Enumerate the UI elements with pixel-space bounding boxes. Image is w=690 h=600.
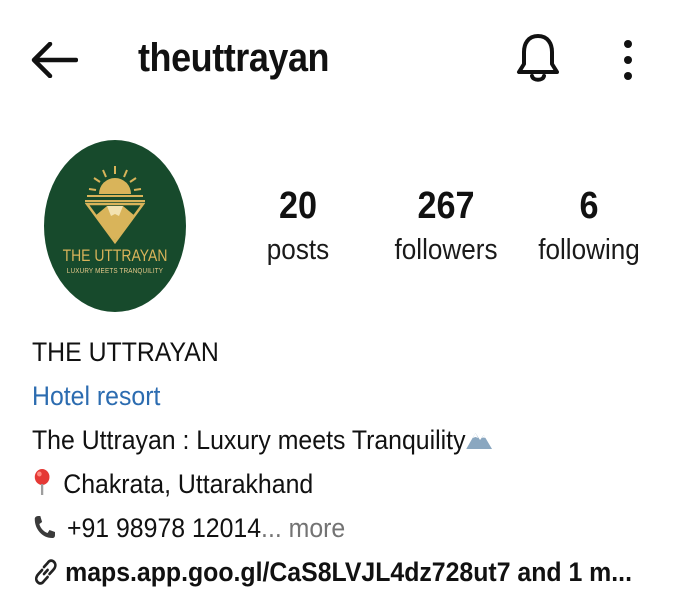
back-button[interactable] [28, 38, 80, 82]
posts-count: 20 [278, 185, 318, 227]
bell-icon [517, 34, 559, 82]
posts-label: posts [266, 234, 330, 266]
notifications-button[interactable] [510, 28, 566, 88]
arrow-left-icon [31, 42, 78, 78]
stat-posts[interactable]: 20 posts [252, 182, 344, 270]
top-bar: theuttrayan [0, 0, 690, 120]
phone-line[interactable]: +91 98978 12014... more [32, 506, 621, 550]
website-link-text: maps.app.goo.gl/CaS8LVJL4dz728ut7 and 1 … [65, 557, 632, 587]
followers-count: 267 [417, 185, 475, 227]
category-label[interactable]: Hotel resort [32, 374, 621, 418]
profile-avatar[interactable]: THE UTTRAYAN LUXURY MEETS TRANQUILITY [44, 140, 186, 312]
more-vertical-icon [624, 40, 632, 80]
logo-subtitle: LUXURY MEETS TRANQUILITY [66, 268, 164, 275]
profile-username: theuttrayan [138, 36, 330, 80]
followers-label: followers [394, 234, 498, 266]
link-icon [34, 559, 57, 585]
phone-text: +91 98978 12014 [66, 513, 262, 543]
more-options-button[interactable] [608, 30, 648, 90]
following-label: following [538, 234, 640, 266]
phone-icon [34, 516, 55, 538]
logo-title: THE UTTRAYAN [62, 246, 168, 265]
logo-mountain-sun-icon [85, 166, 145, 244]
tagline-text: The Uttrayan : Luxury meets Tranquility [32, 425, 466, 455]
website-link[interactable]: maps.app.goo.gl/CaS8LVJL4dz728ut7 and 1 … [32, 550, 632, 594]
pin-icon [34, 469, 50, 495]
stat-following[interactable]: 6 following [530, 182, 648, 270]
location-text: Chakrata, Uttarakhand [63, 469, 314, 499]
location-line: Chakrata, Uttarakhand [32, 462, 621, 506]
more-link[interactable]: ... more [261, 513, 345, 543]
tagline-line: The Uttrayan : Luxury meets Tranquility [32, 418, 621, 462]
following-count: 6 [579, 185, 599, 227]
stat-followers[interactable]: 267 followers [386, 182, 506, 270]
mountain-emoji-icon [466, 433, 493, 449]
display-name: THE UTTRAYAN [32, 337, 219, 367]
profile-bio: THE UTTRAYAN Hotel resort The Uttrayan :… [32, 330, 672, 594]
